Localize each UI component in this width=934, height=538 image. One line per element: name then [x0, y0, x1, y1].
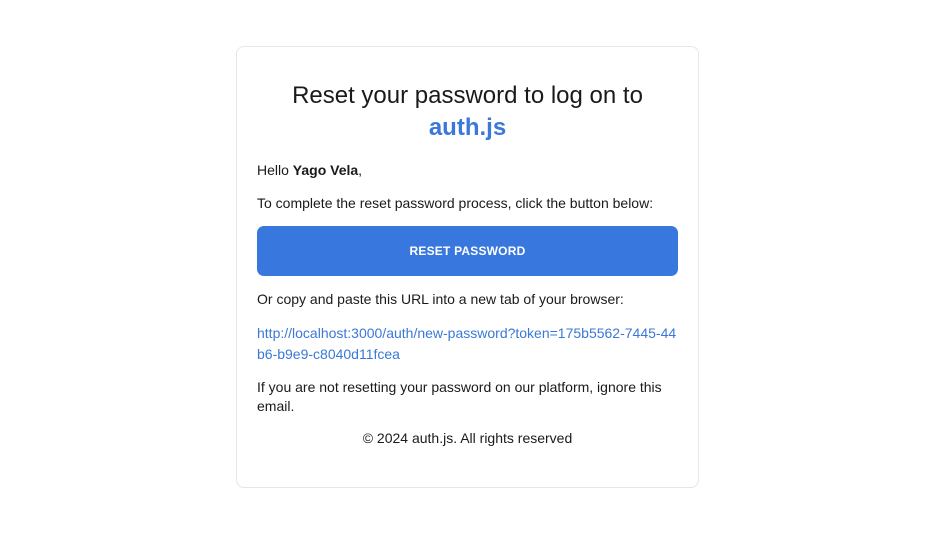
- email-title-text: Reset your password to log on to: [292, 82, 643, 109]
- reset-url-link[interactable]: http://localhost:3000/auth/new-password?…: [257, 323, 678, 365]
- brand-name: auth.js: [428, 114, 507, 141]
- copy-url-instruction: Or copy and paste this URL into a new ta…: [257, 291, 624, 307]
- reset-password-button[interactable]: RESET PASSWORD: [257, 226, 678, 276]
- greeting-suffix: ,: [358, 162, 363, 178]
- ignore-notice: If you are not resetting your password o…: [257, 379, 662, 414]
- greeting-prefix: Hello: [257, 162, 293, 178]
- intro-text: To complete the reset password process, …: [257, 195, 654, 211]
- email-card: Reset your password to log on to auth.js…: [236, 46, 699, 488]
- footer-copyright: © 2024 auth.js. All rights reserved: [362, 430, 573, 446]
- email-title: Reset your password to log on to auth.js: [257, 80, 678, 144]
- user-name: Yago Vela: [292, 162, 359, 178]
- greeting: Hello Yago Vela,: [257, 161, 678, 180]
